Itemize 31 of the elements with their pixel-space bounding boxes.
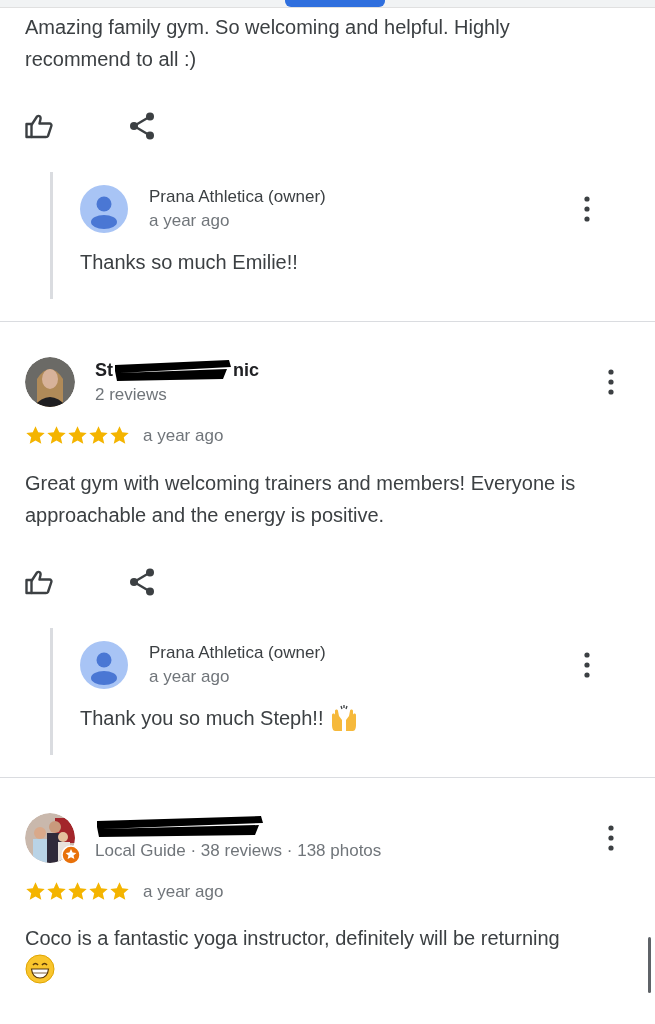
avatar-icon	[80, 185, 128, 233]
scrollbar-thumb[interactable]	[648, 937, 651, 993]
reviewer-name: St	[95, 358, 113, 382]
owner-name: Prana Athletica (owner)	[149, 186, 327, 208]
reviewer-meta: Local Guide · 38 reviews · 138 photos	[95, 839, 383, 862]
reply-text: Thank you so much Steph!!	[80, 705, 324, 731]
reply-text: Thanks so much Emilie!!	[80, 250, 298, 275]
review-time: a year ago	[143, 880, 224, 903]
reviewer-name: nic	[233, 358, 259, 382]
reviewer-meta: 2 reviews	[95, 384, 168, 406]
star-icon	[109, 880, 130, 902]
owner-name: Prana Athletica (owner)	[149, 641, 327, 664]
more-options-icon[interactable]	[584, 196, 590, 222]
avatar-icon	[80, 640, 128, 689]
more-options-icon[interactable]	[608, 369, 614, 395]
share-icon[interactable]	[129, 112, 155, 140]
reply-time: a year ago	[149, 210, 231, 232]
reply-time: a year ago	[149, 665, 231, 688]
share-icon[interactable]	[129, 567, 155, 596]
star-icon	[88, 880, 109, 902]
star-icon	[46, 880, 67, 902]
like-icon[interactable]	[25, 568, 53, 595]
star-icon	[25, 880, 46, 902]
more-options-icon[interactable]	[608, 824, 614, 851]
review-text: Amazing family gym. So welcoming and helpful. Highly recommend to all :)	[25, 15, 511, 72]
review-time: a year ago	[143, 425, 224, 447]
review-text: Coco is a fantastic yoga instructor, definitely will be returning	[25, 926, 561, 951]
review-text: Great gym with welcoming trainers and members! Everyone is approachable and the energy is positive.	[25, 470, 577, 528]
star-icon	[67, 880, 88, 902]
like-icon[interactable]	[25, 113, 53, 139]
more-options-icon[interactable]	[584, 651, 590, 678]
